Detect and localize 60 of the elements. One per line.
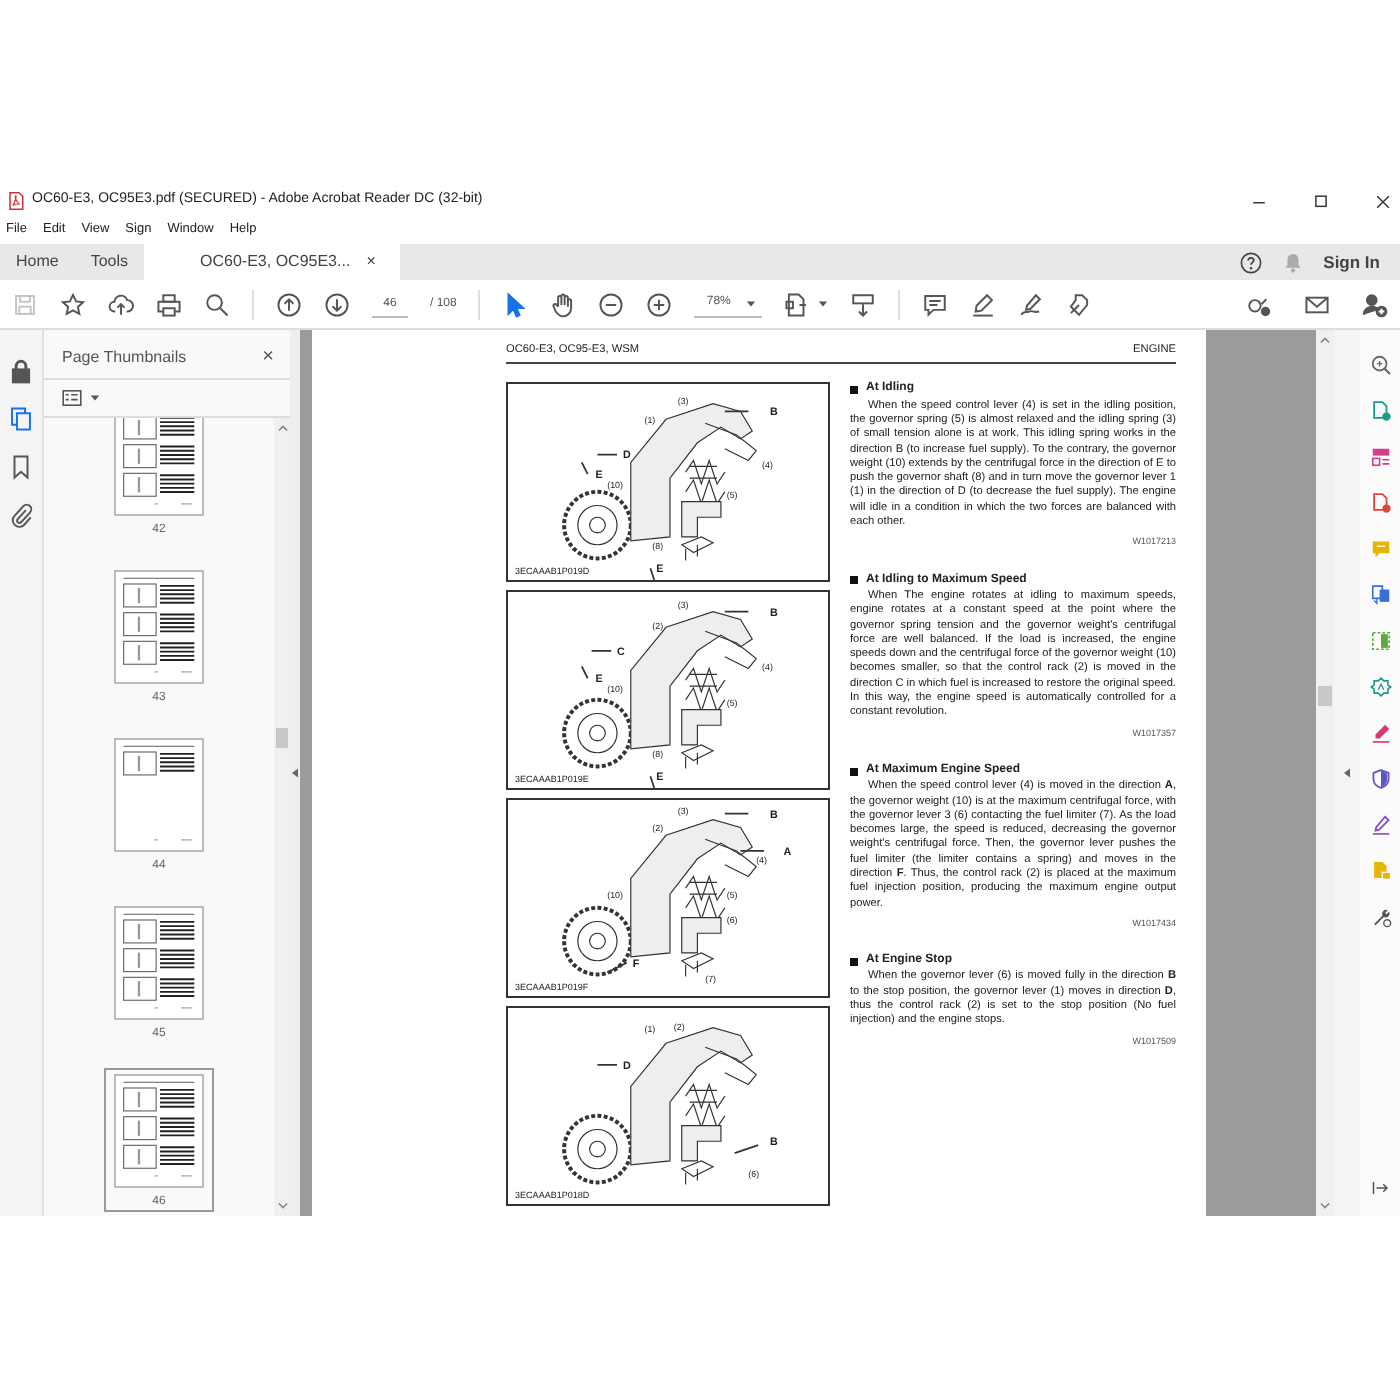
lock-icon[interactable]: [8, 358, 34, 384]
page-thumbnail[interactable]: [114, 1074, 204, 1188]
signature-pen-icon[interactable]: [1369, 814, 1391, 836]
page-fit-icon[interactable]: [784, 291, 811, 317]
bookmark-icon[interactable]: [8, 454, 34, 480]
scrollbar-thumb[interactable]: [1318, 686, 1332, 706]
scrollbar-thumb[interactable]: [276, 728, 288, 748]
pdf-file-icon: [8, 192, 24, 210]
close-panel-button[interactable]: ×: [262, 348, 274, 368]
bullet-icon: [850, 386, 858, 395]
nav-tab[interactable]: Tools: [74, 244, 145, 280]
zoom-in-icon[interactable]: [646, 291, 673, 317]
shield-icon[interactable]: [1369, 768, 1391, 790]
tab-close-button[interactable]: ×: [366, 250, 376, 274]
paperclip-icon[interactable]: [8, 502, 34, 528]
page-thumbnail[interactable]: [114, 418, 204, 516]
highlighter-icon[interactable]: [970, 291, 997, 317]
caret-icon: [90, 394, 100, 402]
scroll-mode-icon[interactable]: [850, 291, 877, 317]
panel-title: Page Thumbnails: [62, 346, 187, 370]
crop-icon[interactable]: [1369, 630, 1391, 652]
wrench-plus-icon[interactable]: [1369, 906, 1391, 928]
print-icon[interactable]: [156, 291, 182, 317]
signature-pen-icon[interactable]: [1018, 291, 1045, 317]
collapse-handle-icon[interactable]: [1344, 768, 1350, 778]
magnifier-icon[interactable]: [1369, 354, 1391, 376]
gear-document-icon[interactable]: [1369, 676, 1391, 698]
caret-icon: [818, 300, 829, 308]
comment-icon[interactable]: [922, 291, 949, 317]
collapse-panel-icon[interactable]: [1371, 1180, 1389, 1196]
caret-icon: [746, 299, 757, 307]
zoom-out-icon[interactable]: [598, 291, 625, 317]
close-icon[interactable]: [1374, 193, 1392, 209]
page-thumbnail[interactable]: [114, 906, 204, 1020]
help-icon[interactable]: [1239, 251, 1262, 273]
hand-icon[interactable]: [550, 291, 577, 317]
add-user-icon[interactable]: [1362, 291, 1388, 317]
document-tab[interactable]: OC60-E3, OC95E3... ×: [144, 244, 400, 280]
bullet-icon: [850, 767, 858, 776]
thumbnail-options-button[interactable]: [62, 390, 100, 406]
nav-tab[interactable]: Home: [0, 244, 75, 280]
document-badge-icon[interactable]: [1369, 400, 1391, 422]
cloud-upload-icon[interactable]: [108, 291, 134, 317]
document-plus-icon[interactable]: [1369, 492, 1391, 514]
tab-label: OC60-E3, OC95E3...: [200, 250, 351, 274]
mail-icon[interactable]: [1304, 291, 1330, 317]
bullet-icon: [850, 576, 858, 585]
document-arrow-icon[interactable]: [1369, 584, 1391, 606]
layout-icon[interactable]: [1369, 446, 1391, 468]
page-thumbnail[interactable]: [114, 570, 204, 684]
pen-icon[interactable]: [1369, 722, 1391, 744]
search-icon[interactable]: [204, 291, 230, 317]
bullet-icon: [850, 957, 858, 966]
star-icon[interactable]: [60, 291, 86, 317]
pages-icon[interactable]: [8, 406, 34, 432]
maximize-icon[interactable]: [1312, 193, 1330, 209]
sign-in-button[interactable]: Sign In: [1323, 249, 1380, 275]
page-thumbnail[interactable]: [114, 738, 204, 852]
stamp-icon[interactable]: [1066, 291, 1093, 317]
cursor-icon[interactable]: [502, 291, 529, 317]
